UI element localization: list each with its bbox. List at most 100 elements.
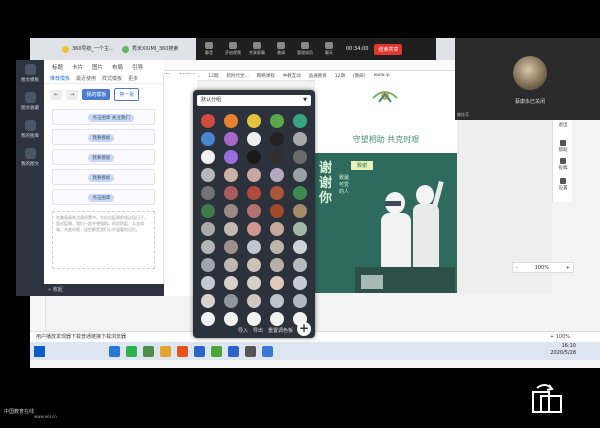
color-swatch[interactable] xyxy=(201,132,215,146)
tab-more[interactable]: 更多 xyxy=(128,75,138,82)
color-swatch[interactable] xyxy=(270,150,284,164)
tab-card[interactable]: 卡片 xyxy=(72,63,83,71)
nav-item[interactable]: 我的图库 xyxy=(16,120,44,139)
import-button[interactable]: 导入 xyxy=(238,327,248,334)
browser-tab[interactable]: 360导航_一个主... xyxy=(60,42,115,56)
taskbar-app-icon[interactable] xyxy=(143,345,154,357)
nav-item[interactable]: 我的图文 xyxy=(16,148,44,167)
color-swatch[interactable] xyxy=(293,168,307,182)
color-swatch[interactable] xyxy=(247,222,261,236)
add-color-button[interactable]: + xyxy=(297,322,311,336)
color-swatch[interactable] xyxy=(293,204,307,218)
color-swatch[interactable] xyxy=(247,132,261,146)
zoom-out-button[interactable]: - xyxy=(516,265,518,271)
color-swatch[interactable] xyxy=(247,150,261,164)
color-swatch[interactable] xyxy=(270,114,284,128)
bookmark-item[interactable]: 12期 xyxy=(208,73,218,79)
tab-layout[interactable]: 布局 xyxy=(112,63,123,71)
color-swatch[interactable] xyxy=(270,294,284,308)
export-button[interactable]: 导出 xyxy=(253,327,263,334)
zoom-in-button[interactable]: + xyxy=(566,265,570,271)
meeting-toolbar-item[interactable]: 开启视频 xyxy=(224,42,242,56)
bookmark-item[interactable]: 网络课程 xyxy=(257,73,275,79)
color-swatch[interactable] xyxy=(224,294,238,308)
taskbar-app-icon[interactable] xyxy=(160,345,171,357)
color-swatch[interactable] xyxy=(247,294,261,308)
template-card[interactable]: 我要模板 xyxy=(52,129,155,145)
tab-image[interactable]: 图片 xyxy=(92,63,103,71)
color-swatch[interactable] xyxy=(293,186,307,200)
color-swatch[interactable] xyxy=(247,240,261,254)
color-swatch[interactable] xyxy=(201,186,215,200)
color-swatch[interactable] xyxy=(224,186,238,200)
color-swatch[interactable] xyxy=(293,258,307,272)
color-swatch[interactable] xyxy=(247,276,261,290)
color-swatch[interactable] xyxy=(293,222,307,236)
taskbar-app-icon[interactable] xyxy=(109,345,120,357)
color-swatch[interactable] xyxy=(270,258,284,272)
color-swatch[interactable] xyxy=(224,276,238,290)
color-swatch[interactable] xyxy=(270,186,284,200)
color-swatch[interactable] xyxy=(247,168,261,182)
color-swatch[interactable] xyxy=(224,240,238,254)
color-swatch[interactable] xyxy=(293,276,307,290)
taskbar-app-icon[interactable] xyxy=(126,345,137,357)
system-tray-clock[interactable]: 16:10 2020/5/28 xyxy=(550,343,576,357)
template-card[interactable]: 点击图章 关注我们 xyxy=(52,109,155,125)
bookmark-item[interactable]: www.ip xyxy=(374,73,390,78)
color-swatch[interactable] xyxy=(201,168,215,182)
color-swatch[interactable] xyxy=(201,294,215,308)
tab-recommended[interactable]: 推荐模板 xyxy=(50,75,70,82)
change-batch-button[interactable]: 换一批 xyxy=(114,88,140,101)
color-swatch[interactable] xyxy=(224,258,238,272)
color-swatch[interactable] xyxy=(293,132,307,146)
color-swatch[interactable] xyxy=(247,204,261,218)
nav-item[interactable]: 图文模板 xyxy=(16,64,44,83)
meeting-toolbar-item[interactable]: 共享屏幕 xyxy=(248,42,266,56)
tab-title[interactable]: 标题 xyxy=(52,63,63,71)
color-swatch[interactable] xyxy=(293,294,307,308)
meeting-toolbar-item[interactable]: 邀请 xyxy=(272,42,290,56)
taskbar-app-icon[interactable] xyxy=(245,345,256,357)
stop-share-button[interactable]: 结束共享 xyxy=(374,43,403,55)
color-swatch[interactable] xyxy=(201,276,215,290)
color-swatch[interactable] xyxy=(270,276,284,290)
color-swatch[interactable] xyxy=(224,150,238,164)
color-swatch[interactable] xyxy=(293,114,307,128)
meeting-toolbar-item[interactable]: 聊天 xyxy=(320,42,338,56)
taskbar-app-icon[interactable] xyxy=(211,345,222,357)
color-swatch[interactable] xyxy=(201,258,215,272)
bookmark-item[interactable]: [教研] xyxy=(353,73,366,79)
meeting-toolbar-item[interactable]: 管理成员 xyxy=(296,42,314,56)
bookmark-item[interactable]: 晶通教育 xyxy=(309,73,327,79)
color-swatch[interactable] xyxy=(201,240,215,254)
my-template-button[interactable]: 我的模板 xyxy=(82,89,111,100)
color-swatch[interactable] xyxy=(224,222,238,236)
windows-start-icon[interactable] xyxy=(34,345,45,357)
bookmark-item[interactable]: 12期 xyxy=(335,73,345,79)
color-swatch[interactable] xyxy=(201,222,215,236)
taskbar-app-icon[interactable] xyxy=(177,345,188,357)
tab-style[interactable]: 样式模板 xyxy=(102,75,122,82)
tab-guide[interactable]: 引导 xyxy=(132,63,143,71)
color-swatch[interactable] xyxy=(270,204,284,218)
reset-palette-button[interactable]: 重置调色板 xyxy=(268,327,293,334)
color-swatch[interactable] xyxy=(293,240,307,254)
color-swatch[interactable] xyxy=(224,132,238,146)
rotate-screen-icon[interactable] xyxy=(531,382,563,414)
collapse-button[interactable]: « 收起 xyxy=(44,284,164,296)
color-swatch[interactable] xyxy=(224,204,238,218)
taskbar-app-icon[interactable] xyxy=(194,345,205,357)
settings-button[interactable]: 设置 xyxy=(553,178,573,191)
bookmark-item[interactable]: 新时代党... xyxy=(226,73,248,79)
color-swatch[interactable] xyxy=(293,150,307,164)
color-swatch[interactable] xyxy=(247,186,261,200)
exit-button[interactable]: 退出 xyxy=(553,122,573,128)
forward-arrow-icon[interactable]: → xyxy=(66,89,79,100)
tab-recent[interactable]: 最近使用 xyxy=(76,75,96,82)
back-arrow-icon[interactable]: ← xyxy=(50,89,63,100)
color-swatch[interactable] xyxy=(201,114,215,128)
color-swatch[interactable] xyxy=(224,168,238,182)
color-swatch[interactable] xyxy=(270,168,284,182)
color-swatch[interactable] xyxy=(247,258,261,272)
